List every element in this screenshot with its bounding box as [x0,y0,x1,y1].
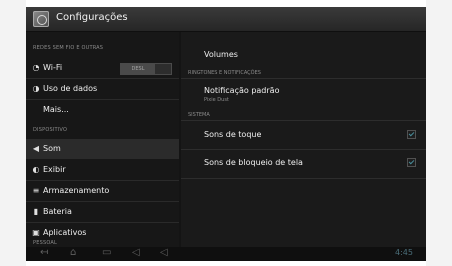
settings-item-label: Wi-Fi [43,63,63,72]
storage-icon: ≡ [32,186,40,195]
touch-sounds-row[interactable]: Sons de toque [181,124,426,146]
volume-up-icon[interactable]: ◁ [160,248,168,258]
settings-item-label: Bateria [43,207,72,216]
section-device: DISPOSITIVO [33,127,68,133]
settings-item-label: Aplicativos [43,228,87,237]
settings-item-label: Mais... [43,105,69,114]
battery-icon: ▮ [33,207,39,216]
recent-apps-icon[interactable]: ▭ [102,248,111,258]
page-title: Configurações [56,12,128,23]
settings-left-panel: REDES SEM FIO E OUTRAS ◔ Wi-Fi DESL ◑ Us… [26,32,179,247]
volumes-row[interactable]: Volumes [181,50,426,70]
divider [181,120,426,121]
back-icon[interactable]: ↤ [40,248,48,258]
settings-item-label: Som [43,144,61,153]
wifi-toggle-state: DESL [121,64,155,74]
screen-lock-sounds-label: Sons de bloqueio de tela [204,158,303,167]
settings-item-display[interactable]: ◐ Exibir [26,160,179,180]
section-personal: PESSOAL [33,240,57,246]
status-clock: 4:45 [395,248,413,257]
section-wireless: REDES SEM FIO E OUTRAS [33,45,104,51]
display-icon: ◐ [32,165,40,174]
touch-sounds-checkbox[interactable] [407,130,416,139]
settings-item-more[interactable]: Mais... [26,100,179,120]
navigation-bar: ↤ ⌂ ▭ ◁ ◁ 4:45 [26,247,426,261]
volume-icon: ◀ [32,144,40,153]
wifi-toggle[interactable]: DESL [120,63,172,75]
divider [181,78,426,79]
section-system: SISTEMA [188,112,210,118]
settings-item-label: Armazenamento [43,186,110,195]
settings-item-wifi[interactable]: ◔ Wi-Fi DESL [26,58,179,78]
divider [181,178,426,179]
notification-label: Notificação padrão [204,86,280,95]
volumes-label: Volumes [204,50,238,59]
settings-item-battery[interactable]: ▮ Bateria [26,202,179,222]
android-screen: Configurações REDES SEM FIO E OUTRAS ◔ W… [26,7,426,261]
right-margin [426,0,452,266]
settings-item-storage[interactable]: ≡ Armazenamento [26,181,179,201]
home-icon[interactable]: ⌂ [70,248,76,258]
apps-icon: ▣ [32,228,40,237]
settings-item-label: Exibir [43,165,66,174]
settings-item-sound[interactable]: ◀ Som [26,139,179,159]
settings-app-icon [33,11,49,27]
screenshot-frame: Configurações REDES SEM FIO E OUTRAS ◔ W… [0,0,452,266]
notification-subtitle: Pixie Dust [204,97,229,103]
wifi-icon: ◔ [32,63,40,72]
volume-down-icon[interactable]: ◁ [132,248,140,258]
screen-lock-sounds-checkbox[interactable] [407,158,416,167]
touch-sounds-label: Sons de toque [204,130,262,139]
default-notification-row[interactable]: Notificação padrão Pixie Dust [181,86,426,110]
divider [181,149,426,150]
left-margin [0,0,26,266]
screen-lock-sounds-row[interactable]: Sons de bloqueio de tela [181,153,426,175]
settings-right-panel: Volumes RINGTONES E NOTIFICAÇÕES Notific… [181,32,426,247]
settings-item-label: Uso de dados [43,84,98,93]
action-bar: Configurações [26,7,426,32]
section-ringtones: RINGTONES E NOTIFICAÇÕES [188,70,261,76]
settings-item-data-usage[interactable]: ◑ Uso de dados [26,79,179,99]
data-usage-icon: ◑ [32,84,40,93]
